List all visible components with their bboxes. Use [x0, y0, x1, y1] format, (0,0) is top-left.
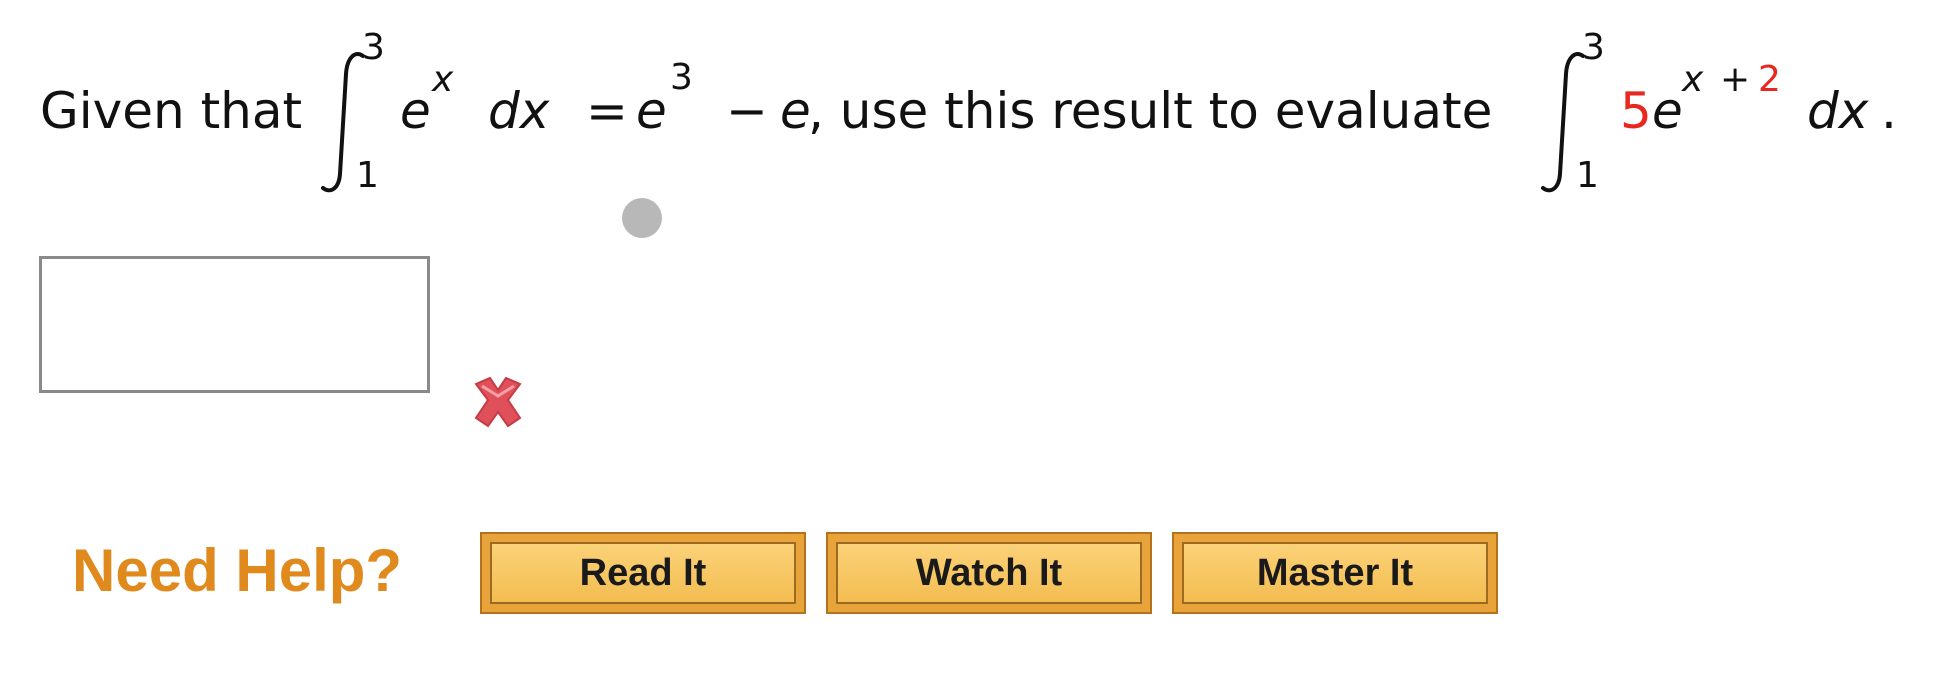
integrand1-base: e	[400, 82, 431, 140]
watch-it-label: Watch It	[836, 542, 1142, 604]
master-it-label: Master It	[1182, 542, 1488, 604]
end-punctuation: .	[1881, 82, 1897, 140]
watch-it-button[interactable]: Watch It	[826, 532, 1152, 614]
given-label: Given that	[40, 82, 303, 140]
integral1-lower-limit: 1	[356, 155, 379, 196]
read-it-label: Read It	[490, 542, 796, 604]
equals-sign: =	[586, 82, 628, 140]
drag-handle-dot[interactable]	[622, 198, 662, 238]
integrand2-exponent-var: x	[1682, 59, 1704, 100]
differential2: dx	[1807, 82, 1869, 140]
read-it-button[interactable]: Read It	[480, 532, 806, 614]
rhs-minus: −	[726, 82, 768, 140]
question-statement: Given that 3 1 e x dx = e 3 − e , use th…	[40, 30, 1940, 210]
rhs-e: e	[780, 82, 811, 140]
answer-input[interactable]	[39, 256, 430, 393]
integrand1-exponent: x	[432, 59, 454, 100]
integrand2-base: e	[1652, 82, 1683, 140]
integrand2-exponent-const: 2	[1758, 59, 1781, 100]
master-it-button[interactable]: Master It	[1172, 532, 1498, 614]
differential1: dx	[488, 82, 550, 140]
integral2-lower-limit: 1	[1576, 155, 1599, 196]
need-help-label: Need Help?	[72, 537, 403, 604]
integrand2-exponent-plus: +	[1720, 59, 1751, 100]
rhs-base: e	[636, 82, 667, 140]
middle-text: , use this result to evaluate	[808, 82, 1493, 140]
integral2-upper-limit: 3	[1582, 27, 1605, 68]
rhs-exponent: 3	[670, 57, 693, 98]
incorrect-x-icon	[474, 376, 522, 428]
integral1-upper-limit: 3	[362, 27, 385, 68]
coefficient-highlight: 5	[1620, 82, 1652, 140]
